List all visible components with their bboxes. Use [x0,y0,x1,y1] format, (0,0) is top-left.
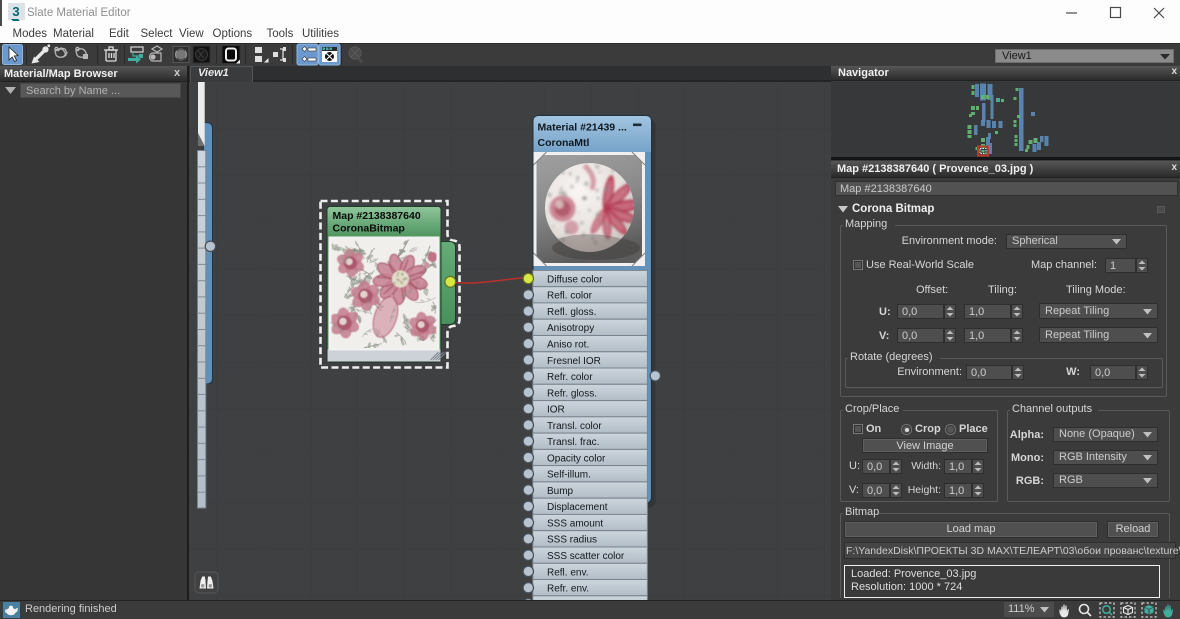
svg-text:Diffuse color: Diffuse color [547,274,603,285]
svg-text:Opacity color: Opacity color [547,453,606,464]
svg-text:Aniso rot.: Aniso rot. [547,340,589,351]
svg-text:CoronaMtl: CoronaMtl [538,137,590,149]
svg-text:Fresnel IOR: Fresnel IOR [547,356,601,367]
svg-text:SSS amount: SSS amount [547,518,603,529]
svg-text:IOR: IOR [547,405,565,416]
svg-text:Transl. frac.: Transl. frac. [547,437,599,448]
svg-text:Map #2138387640: Map #2138387640 [333,210,421,222]
svg-text:Transl. color: Transl. color [547,421,602,432]
svg-text:Refr. color: Refr. color [547,372,593,383]
svg-text:Refl. gloss.: Refl. gloss. [547,307,596,318]
svg-text:Material #21439 ...: Material #21439 ... [538,122,627,134]
svg-text:Self-illum.: Self-illum. [547,470,591,481]
svg-text:SSS scatter color: SSS scatter color [547,551,625,562]
svg-text:SSS radius: SSS radius [547,535,597,546]
svg-text:Refl. env.: Refl. env. [547,567,589,578]
svg-text:Refl. color: Refl. color [547,291,593,302]
svg-text:3: 3 [12,4,19,19]
svg-text:Bump: Bump [547,486,574,497]
svg-text:CoronaBitmap: CoronaBitmap [333,222,405,234]
svg-text:Anisotropy: Anisotropy [547,323,594,334]
svg-text:Refr. gloss.: Refr. gloss. [547,388,597,399]
svg-text:Displacement: Displacement [547,502,608,513]
svg-text:Refr. env.: Refr. env. [547,584,589,595]
